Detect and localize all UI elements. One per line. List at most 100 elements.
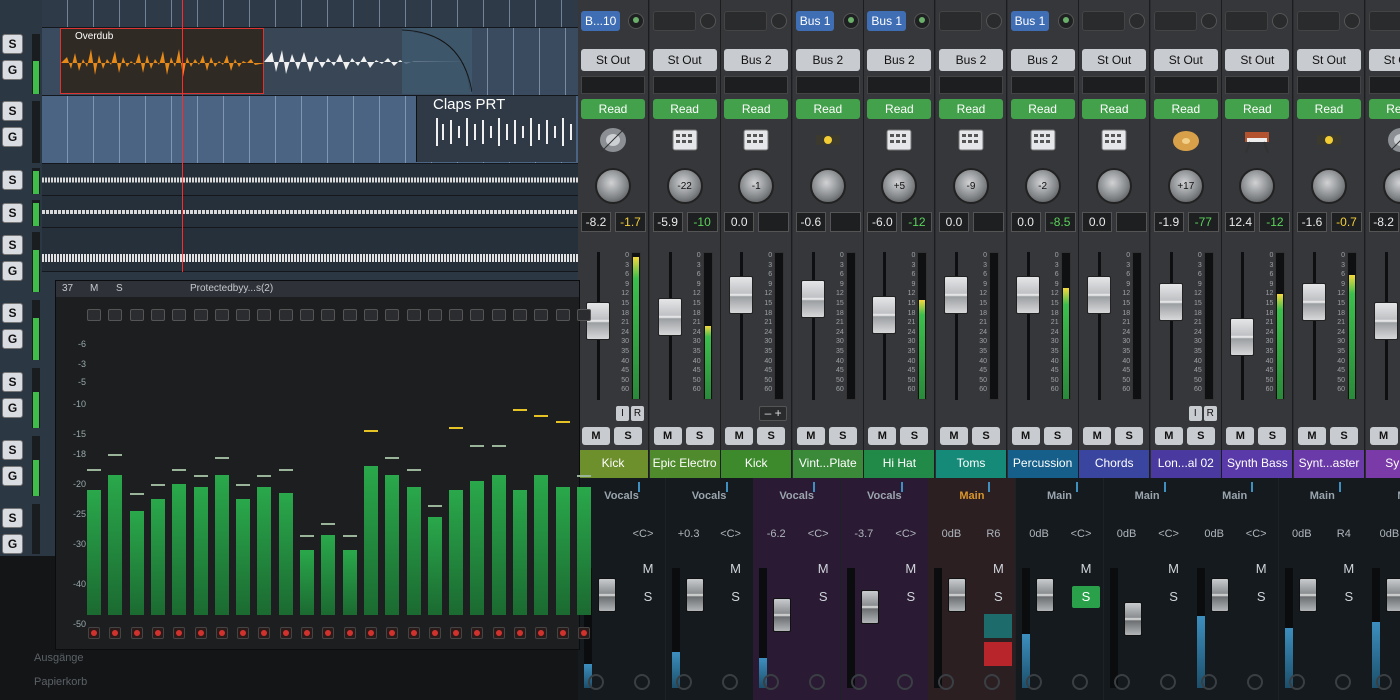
peak-readout[interactable]: -1.7 bbox=[615, 212, 646, 232]
peak-readout[interactable]: -12 bbox=[901, 212, 933, 232]
speaker-icon[interactable] bbox=[1386, 126, 1400, 154]
mixer-strip[interactable] bbox=[382, 309, 402, 647]
bus-aux-knob[interactable] bbox=[675, 674, 692, 690]
mute-button[interactable]: M bbox=[1369, 427, 1398, 445]
empty-send-slot[interactable] bbox=[1153, 11, 1197, 31]
output-slot-button[interactable]: Bus 2 bbox=[724, 49, 789, 71]
bus-solo-button[interactable]: S bbox=[722, 586, 750, 608]
empty-send-slot[interactable] bbox=[1368, 11, 1400, 31]
strip-select-button[interactable] bbox=[150, 309, 165, 321]
record-arm-button[interactable] bbox=[130, 627, 143, 639]
send-level-knob[interactable] bbox=[1344, 13, 1360, 29]
mute-button[interactable]: M bbox=[1154, 427, 1183, 445]
channel-name[interactable]: Synth Bass bbox=[1222, 450, 1293, 478]
pan-knob[interactable]: -22 bbox=[666, 168, 703, 204]
solo-button[interactable]: S bbox=[1258, 427, 1287, 445]
record-enable-button[interactable]: R bbox=[1203, 406, 1217, 421]
mute-toggle[interactable]: M bbox=[90, 283, 98, 294]
record-arm-button[interactable] bbox=[428, 627, 441, 639]
bus-solo-button[interactable]: S bbox=[897, 586, 925, 608]
mixer-strip[interactable] bbox=[169, 309, 189, 647]
record-arm-button[interactable] bbox=[514, 627, 526, 639]
bus-solo-button[interactable]: S bbox=[1335, 586, 1363, 608]
bus-fader[interactable] bbox=[1123, 602, 1142, 636]
bus-mute-button[interactable]: M bbox=[722, 558, 750, 580]
channel-name[interactable]: Percussion bbox=[1007, 450, 1078, 478]
speaker-icon[interactable] bbox=[598, 126, 628, 154]
strip-select-button[interactable] bbox=[87, 309, 101, 321]
mute-button[interactable]: M bbox=[1226, 427, 1255, 445]
bus-fader[interactable] bbox=[773, 598, 792, 632]
drum-machine-icon[interactable] bbox=[956, 126, 986, 154]
group-slot[interactable] bbox=[1082, 76, 1147, 94]
bus-gain-value[interactable]: 0dB bbox=[1283, 528, 1321, 540]
bus-gain-value[interactable]: -3.7 bbox=[845, 528, 883, 540]
phase-icon[interactable] bbox=[984, 614, 1013, 638]
send-level-knob[interactable] bbox=[914, 13, 931, 29]
cymbal-icon[interactable] bbox=[1171, 126, 1201, 154]
mixer-strip[interactable] bbox=[467, 309, 487, 647]
peak-readout[interactable]: -0.7 bbox=[1331, 212, 1362, 232]
strip-select-button[interactable] bbox=[300, 309, 314, 321]
channel-name[interactable]: Synth bbox=[1365, 450, 1400, 478]
volume-readout[interactable]: 0.0 bbox=[939, 212, 969, 232]
bus-gain-value[interactable]: 0dB bbox=[932, 528, 970, 540]
empty-send-slot[interactable] bbox=[1225, 11, 1269, 31]
send-level-knob[interactable] bbox=[1129, 13, 1146, 29]
bus-gain-value[interactable]: 0dB bbox=[1108, 528, 1146, 540]
mixer-strip[interactable] bbox=[297, 309, 317, 647]
output-slot-button[interactable]: Bus 2 bbox=[795, 49, 860, 71]
mixer-strip[interactable] bbox=[361, 309, 381, 647]
strip-select-button[interactable] bbox=[214, 309, 229, 321]
output-slot-button[interactable]: St Out bbox=[1225, 49, 1290, 71]
channel-name[interactable]: Toms bbox=[936, 450, 1006, 478]
bus-pan-value[interactable]: <C> bbox=[624, 528, 662, 540]
mixer-strip[interactable] bbox=[276, 309, 296, 647]
bus-aux-knob[interactable] bbox=[1072, 674, 1088, 690]
strip-select-button[interactable] bbox=[576, 309, 591, 321]
bus-solo-button[interactable]: S bbox=[984, 586, 1012, 608]
group-slot[interactable] bbox=[795, 76, 860, 94]
peak-readout[interactable] bbox=[829, 212, 861, 232]
channel-name[interactable]: Kick bbox=[721, 450, 792, 478]
bus-aux-knob[interactable] bbox=[809, 674, 826, 690]
volume-readout[interactable]: 0.0 bbox=[1082, 212, 1113, 232]
mixer-strip[interactable] bbox=[574, 309, 594, 647]
browser-item-trash[interactable]: Papierkorb bbox=[34, 676, 87, 688]
record-arm-button[interactable] bbox=[194, 627, 207, 639]
bus-fader[interactable] bbox=[1211, 578, 1230, 612]
bus-aux-knob[interactable] bbox=[1334, 674, 1351, 690]
bus-aux-knob[interactable] bbox=[1376, 674, 1393, 690]
channel-name[interactable]: Synt...aster bbox=[1294, 450, 1364, 478]
bus-mute-button[interactable]: M bbox=[1247, 558, 1275, 580]
group-slot[interactable] bbox=[939, 76, 1003, 94]
mixer-strip[interactable] bbox=[425, 309, 445, 647]
strip-select-button[interactable] bbox=[406, 309, 421, 321]
group-slot[interactable] bbox=[1153, 76, 1218, 94]
empty-send-slot[interactable] bbox=[724, 11, 768, 31]
empty-send-slot[interactable] bbox=[652, 11, 696, 31]
channel-name[interactable]: Hi Hat bbox=[864, 450, 935, 478]
bus-fader[interactable] bbox=[1036, 578, 1054, 612]
bus-pan-value[interactable]: <C> bbox=[1150, 528, 1188, 540]
pan-knob[interactable] bbox=[1239, 168, 1276, 204]
mixer-strip[interactable] bbox=[404, 309, 424, 647]
peak-readout[interactable] bbox=[1116, 212, 1148, 232]
track-lane[interactable] bbox=[42, 164, 580, 196]
group-slot[interactable] bbox=[1010, 76, 1075, 94]
solo-button[interactable]: S bbox=[614, 427, 642, 445]
output-slot-button[interactable]: St Out bbox=[1153, 49, 1218, 71]
automation-mode-button[interactable]: Read bbox=[1368, 99, 1400, 119]
solo-button[interactable]: S bbox=[2, 440, 23, 460]
peak-readout[interactable]: -10 bbox=[686, 212, 718, 232]
bus-pan-value[interactable]: <C> bbox=[1237, 528, 1275, 540]
bus-solo-button[interactable]: S bbox=[634, 586, 662, 608]
bus-gain-value[interactable]: 0dB bbox=[1195, 528, 1233, 540]
send-slot-button[interactable]: Bus 1 bbox=[1010, 11, 1050, 31]
plate-icon[interactable] bbox=[813, 126, 843, 154]
record-arm-button[interactable] bbox=[88, 627, 100, 639]
bus-aux-knob[interactable] bbox=[1201, 674, 1218, 690]
send-level-knob[interactable] bbox=[1272, 13, 1289, 29]
output-slot-button[interactable]: St Out bbox=[1368, 49, 1400, 71]
strip-select-button[interactable] bbox=[470, 309, 485, 321]
